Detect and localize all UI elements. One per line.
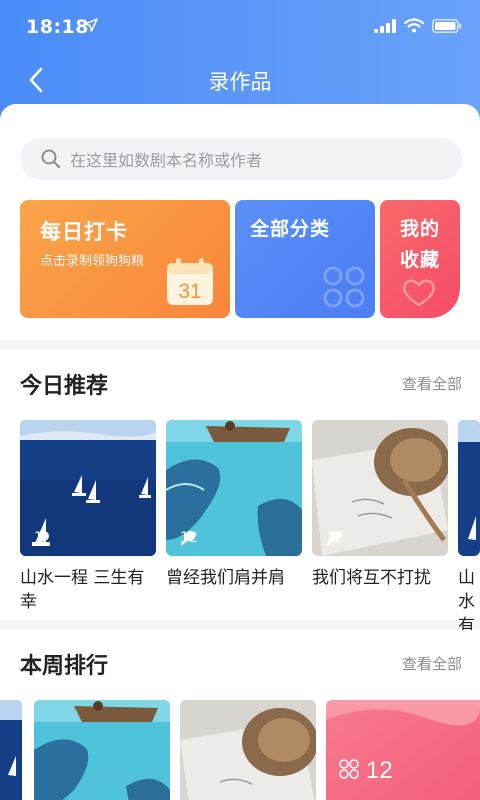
search-placeholder: 在这里如数剧本名称或作者 [70,151,263,170]
weekly-card[interactable] [180,700,316,800]
my-favorites-title: 我的收藏 [400,218,441,271]
recommend-card[interactable]: 1 山水一程 三生有幸 [20,420,156,614]
calendar-icon: 31 [167,258,213,305]
card-title: 我们将互不打扰 [312,568,431,588]
all-categories-tile[interactable]: 全部分类 [235,200,375,318]
main-panel: 在这里如数剧本名称或作者 每日打卡 点击录制领狗狗粮 31 全部分类 我的收藏 [0,104,480,340]
weekly-header: 本周排行 查看全部 [20,648,462,679]
recommend-section: 今日推荐 查看全部 1 山水一程 三生有幸 曾经我们肩并肩 我们将互不打扰 山水… [0,350,480,660]
recommend-title: 今日推荐 [20,374,109,399]
mic-icon [326,531,341,546]
status-indicators [374,18,462,33]
daily-checkin-tile[interactable]: 每日打卡 点击录制领狗狗粮 31 [20,200,230,318]
weekly-card[interactable] [0,700,22,800]
play-count: 1 [34,530,49,546]
recommend-card[interactable]: 12 曾经我们肩并肩 [166,420,302,590]
grid-icon [323,266,365,308]
weekly-section: 本周排行 查看全部 12 [0,630,480,800]
all-categories-title: 全部分类 [250,218,331,240]
page-title: 录作品 [208,70,272,94]
card-title: 山水一程 三生有幸 [20,568,145,612]
status-bar: 18:18 [0,0,480,56]
location-icon [84,18,98,32]
signal-icon [374,18,396,33]
weekly-count: 12 [366,757,393,784]
daily-checkin-subtitle: 点击录制领狗狗粮 [40,254,145,269]
mic-icon [180,531,195,546]
calendar-day: 31 [178,280,201,303]
battery-icon [432,18,462,33]
card-thumbnail [458,420,480,556]
recommend-header: 今日推荐 查看全部 [20,368,462,399]
search-icon [41,149,61,169]
play-count: 12 [326,530,344,546]
card-thumbnail: 12 [312,420,448,556]
recommend-view-all[interactable]: 查看全部 [402,373,462,394]
recommend-card[interactable]: 12 我们将互不打扰 [312,420,448,590]
weekly-card[interactable] [34,700,170,800]
weekly-title: 本周排行 [20,654,109,679]
play-count: 12 [180,530,198,546]
card-thumbnail: 1 [20,420,156,556]
recommend-card[interactable]: 山水有幸 [458,420,480,662]
my-favorites-tile[interactable]: 我的收藏 [380,200,460,318]
nav-bar: 录作品 [0,56,480,104]
card-title: 曾经我们肩并肩 [166,568,285,588]
daily-checkin-title: 每日打卡 [40,220,128,244]
search-input[interactable]: 在这里如数剧本名称或作者 [20,138,462,180]
mic-icon [34,531,49,546]
heart-icon [403,279,435,307]
status-time: 18:18 [26,16,89,38]
weekly-card[interactable]: 12 [326,700,480,800]
weekly-view-all[interactable]: 查看全部 [402,653,462,674]
wifi-icon [404,18,424,33]
card-thumbnail: 12 [166,420,302,556]
